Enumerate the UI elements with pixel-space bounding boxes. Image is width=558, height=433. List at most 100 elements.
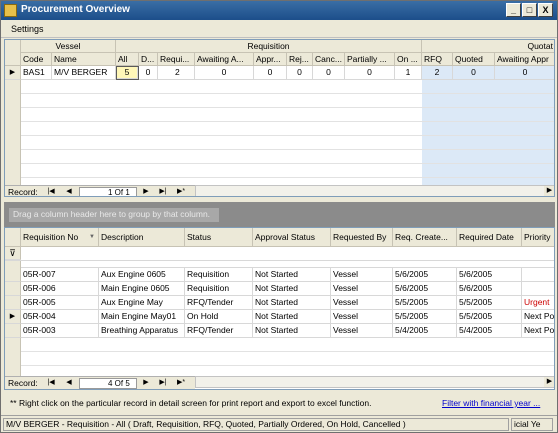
column-header-approval-status[interactable]: Approval Status: [253, 228, 331, 247]
cell-priority[interactable]: Next Po: [522, 324, 554, 338]
detail-row-selector[interactable]: [5, 282, 21, 296]
new-record-icon[interactable]: ▶*: [175, 187, 187, 196]
cell-status[interactable]: Requisition: [185, 268, 253, 282]
cell-priority[interactable]: [522, 282, 554, 296]
close-button[interactable]: X: [538, 3, 553, 17]
prev-record-icon[interactable]: ◀: [63, 378, 75, 388]
cell-priority[interactable]: [522, 268, 554, 282]
column-header-rejected[interactable]: Rej...: [287, 53, 313, 66]
column-header-name[interactable]: Name: [52, 53, 116, 66]
cell-code[interactable]: BAS1: [21, 66, 52, 80]
cell-req-created[interactable]: 5/5/2005: [393, 310, 457, 324]
cell-description[interactable]: Aux Engine 0605: [99, 268, 185, 282]
cell-approval-status[interactable]: Not Started: [253, 324, 331, 338]
cell-required-date[interactable]: 5/6/2005: [457, 268, 522, 282]
cell-requisition-no[interactable]: 05R-005: [21, 296, 99, 310]
last-record-icon[interactable]: ▶|: [157, 187, 169, 196]
cell-required-date[interactable]: 5/5/2005: [457, 296, 522, 310]
cell-name[interactable]: M/V BERGER: [52, 66, 116, 80]
cell-description[interactable]: Main Engine May01: [99, 310, 185, 324]
group-by-panel[interactable]: Drag a column header here to group by th…: [4, 202, 555, 227]
first-record-icon[interactable]: |◀: [45, 187, 57, 196]
top-record-page[interactable]: 1 Of 1: [79, 187, 137, 196]
cell-required-date[interactable]: 5/5/2005: [457, 310, 522, 324]
detail-row-selector[interactable]: ▶: [5, 310, 21, 324]
cell-rejected[interactable]: 0: [287, 66, 313, 80]
cell-cancelled[interactable]: 0: [313, 66, 345, 80]
cell-required-date[interactable]: 5/4/2005: [457, 324, 522, 338]
column-header-awaiting-approval-quote[interactable]: Awaiting Appr: [495, 53, 554, 66]
cell-requested-by[interactable]: Vessel: [331, 310, 393, 324]
column-header-requisition-no[interactable]: Requisition No ▼: [21, 228, 99, 247]
cell-awaiting-approval-quote[interactable]: 0: [495, 66, 554, 80]
cell-approval-status[interactable]: Not Started: [253, 310, 331, 324]
minimize-button[interactable]: _: [506, 3, 521, 17]
cell-description[interactable]: Main Engine 0605: [99, 282, 185, 296]
cell-req-created[interactable]: 5/6/2005: [393, 282, 457, 296]
column-header-on-hold[interactable]: On ...: [395, 53, 422, 66]
column-header-cancelled[interactable]: Canc...: [313, 53, 345, 66]
column-header-approved[interactable]: Appr...: [254, 53, 287, 66]
detail-row-selector[interactable]: [5, 268, 21, 282]
column-header-rfq[interactable]: RFQ: [422, 53, 453, 66]
cell-approval-status[interactable]: Not Started: [253, 296, 331, 310]
cell-status[interactable]: On Hold: [185, 310, 253, 324]
cell-awaiting-approval[interactable]: 0: [195, 66, 254, 80]
column-header-requested-by[interactable]: Requested By: [331, 228, 393, 247]
cell-requisition[interactable]: 2: [158, 66, 195, 80]
column-header-quoted[interactable]: Quoted: [453, 53, 495, 66]
column-header-code[interactable]: Code: [21, 53, 52, 66]
cell-description[interactable]: Aux Engine May: [99, 296, 185, 310]
prev-record-icon[interactable]: ◀: [63, 187, 75, 196]
cell-requisition-no[interactable]: 05R-006: [21, 282, 99, 296]
cell-approved[interactable]: 0: [254, 66, 287, 80]
detail-row-selector[interactable]: [5, 296, 21, 310]
column-header-description[interactable]: Description: [99, 228, 185, 247]
menu-settings[interactable]: Settings: [11, 24, 44, 34]
scroll-right-icon[interactable]: ▶: [544, 377, 554, 387]
cell-approval-status[interactable]: Not Started: [253, 282, 331, 296]
cell-requisition-no[interactable]: 05R-003: [21, 324, 99, 338]
next-record-icon[interactable]: ▶: [140, 187, 152, 196]
top-horizontal-scrollbar[interactable]: ▶: [195, 185, 554, 196]
column-header-required-date[interactable]: Required Date: [457, 228, 522, 247]
scroll-right-icon[interactable]: ▶: [544, 186, 554, 196]
cell-req-created[interactable]: 5/4/2005: [393, 324, 457, 338]
cell-on-hold[interactable]: 1: [395, 66, 422, 80]
cell-status[interactable]: Requisition: [185, 282, 253, 296]
cell-requested-by[interactable]: Vessel: [331, 296, 393, 310]
column-header-partially-ordered[interactable]: Partially ...: [345, 53, 395, 66]
last-record-icon[interactable]: ▶|: [157, 378, 169, 388]
cell-partially-ordered[interactable]: 0: [345, 66, 395, 80]
cell-req-created[interactable]: 5/5/2005: [393, 296, 457, 310]
cell-rfq[interactable]: 2: [422, 66, 453, 80]
cell-priority[interactable]: Urgent: [522, 296, 554, 310]
first-record-icon[interactable]: |◀: [45, 378, 57, 388]
maximize-button[interactable]: □: [522, 3, 537, 17]
cell-approval-status[interactable]: Not Started: [253, 268, 331, 282]
cell-priority[interactable]: Next Po: [522, 310, 554, 324]
bottom-record-page[interactable]: 4 Of 5: [79, 378, 137, 389]
filter-icon[interactable]: ⊽: [5, 247, 21, 260]
cell-status[interactable]: RFQ/Tender: [185, 324, 253, 338]
cell-requisition-no[interactable]: 05R-004: [21, 310, 99, 324]
cell-draft[interactable]: 0: [139, 66, 158, 80]
column-header-requisition[interactable]: Requi...: [158, 53, 195, 66]
cell-requested-by[interactable]: Vessel: [331, 324, 393, 338]
new-record-icon[interactable]: ▶*: [175, 378, 187, 388]
filter-row[interactable]: ⊽: [5, 247, 554, 261]
column-header-req-created[interactable]: Req. Create...: [393, 228, 457, 247]
column-header-awaiting-approval[interactable]: Awaiting A...: [195, 53, 254, 66]
financial-year-filter-link[interactable]: Filter with financial year ...: [442, 398, 540, 408]
cell-requested-by[interactable]: Vessel: [331, 268, 393, 282]
cell-status[interactable]: RFQ/Tender: [185, 296, 253, 310]
cell-requisition-no[interactable]: 05R-007: [21, 268, 99, 282]
cell-description[interactable]: Breathing Apparatus: [99, 324, 185, 338]
cell-requested-by[interactable]: Vessel: [331, 282, 393, 296]
bottom-horizontal-scrollbar[interactable]: ▶: [195, 376, 554, 388]
cell-all[interactable]: 5: [116, 66, 139, 80]
cell-quoted[interactable]: 0: [453, 66, 495, 80]
column-header-priority[interactable]: Priority: [522, 228, 554, 247]
column-header-status[interactable]: Status: [185, 228, 253, 247]
cell-req-created[interactable]: 5/6/2005: [393, 268, 457, 282]
